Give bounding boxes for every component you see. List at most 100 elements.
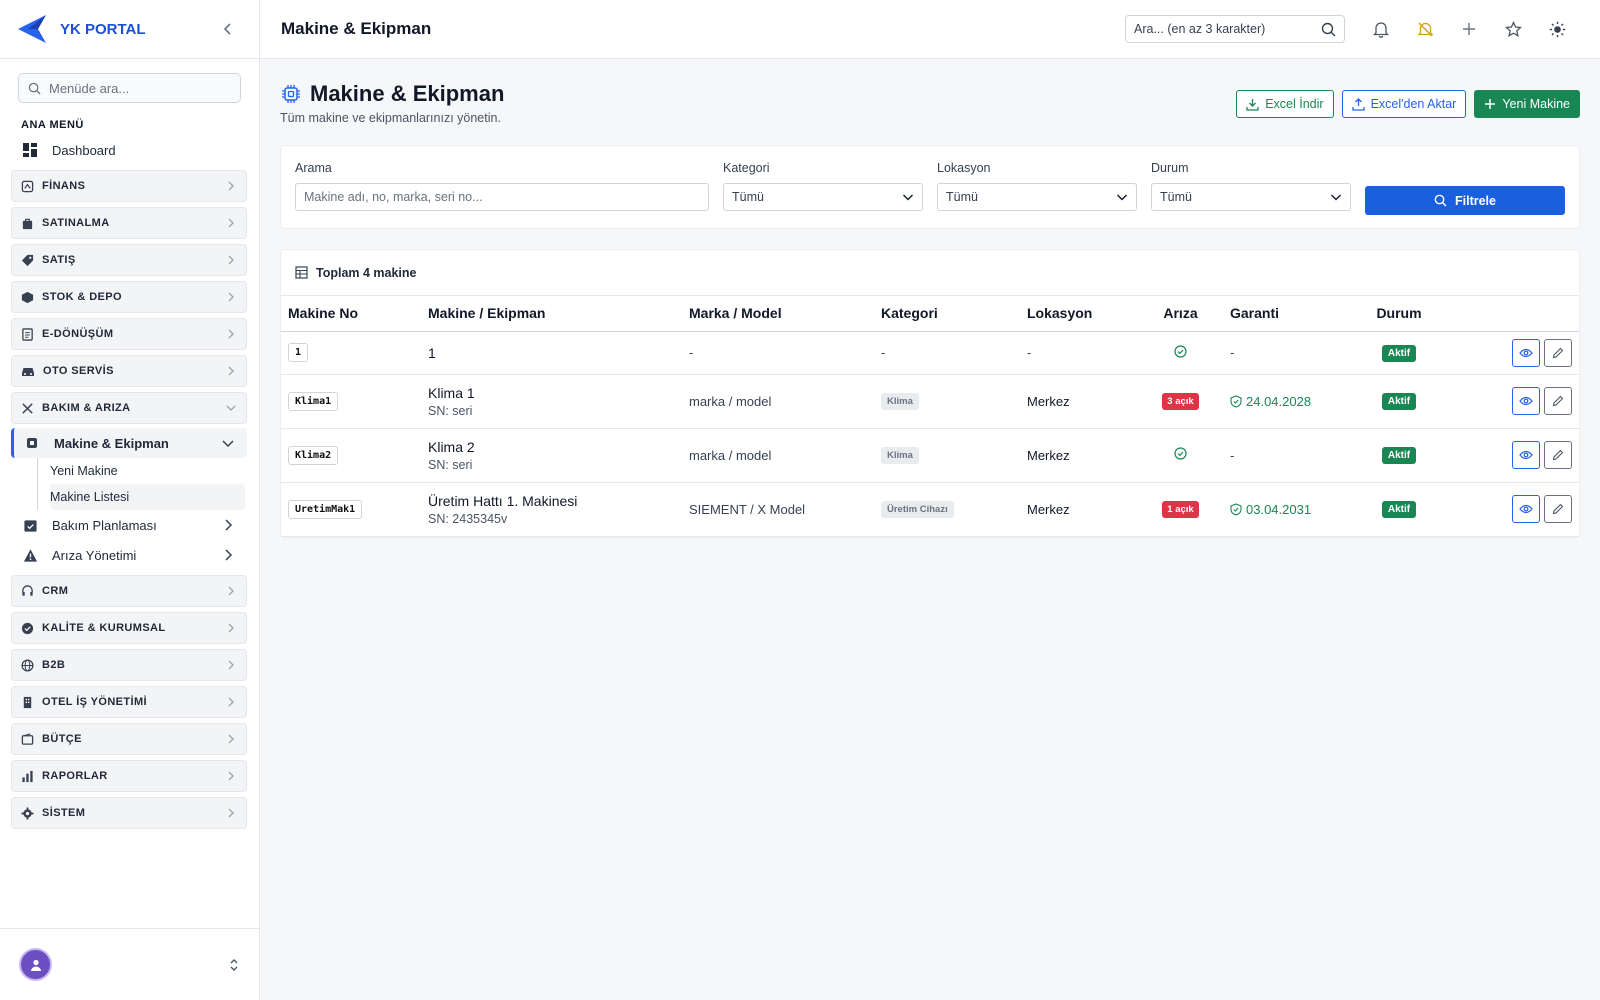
location-select[interactable]: Tümü [937,183,1137,211]
filter-status: Durum Tümü [1151,161,1351,211]
filter-category: Kategori Tümü [723,161,923,211]
table-row[interactable]: UretimMak1 Üretim Hattı 1. Makinesi SN: 2… [281,482,1579,537]
filter-button-label: Filtrele [1455,193,1496,208]
edit-button[interactable] [1544,387,1572,415]
table-row[interactable]: Klima1 Klima 1 SN: seri marka / model Kli… [281,374,1579,429]
logo-icon[interactable] [16,12,50,46]
col-kategori[interactable]: Kategori [874,296,1020,332]
search-icon [1434,194,1447,207]
chevron-right-icon [228,808,234,818]
headset-icon [22,584,33,596]
chevron-right-icon [225,549,233,561]
view-button[interactable] [1512,441,1540,469]
col-garanti[interactable]: Garanti [1223,296,1363,332]
sidebar-group-finans[interactable]: FİNANS [11,170,247,202]
sidebar-item-bakim-planlamasi[interactable]: Bakım Planlaması [11,510,247,540]
row-actions [1442,387,1572,415]
sidebar-group-label: BÜTÇE [42,733,82,745]
car-icon [22,367,34,376]
filter-search-input[interactable]: Makine adı, no, marka, seri no... [295,183,709,211]
sidebar-group-label: OTEL İŞ YÖNETİMİ [42,696,148,708]
bag-icon [22,218,33,229]
sidebar-item-ariza-yonetimi[interactable]: Arıza Yönetimi [11,540,247,570]
sidebar-item-dashboard[interactable]: Dashboard [22,135,259,165]
category-select-value: Tümü [732,190,764,204]
menu-search-input[interactable]: Menüde ara... [18,73,241,103]
table-row[interactable]: 1 1 - - - - Aktif [281,331,1579,375]
filter-search-label: Arama [295,161,332,175]
brand-model: - [682,331,874,375]
page-title-row: Makine & Ekipman [280,81,504,107]
chevron-right-icon [228,623,234,633]
table-row[interactable]: Klima2 Klima 2 SN: seri marka / model Kli… [281,428,1579,483]
col-durum[interactable]: Durum [1363,296,1435,332]
brand-name[interactable]: YK PORTAL [60,21,219,38]
brand-model: marka / model [682,428,874,483]
filter-category-label: Kategori [723,161,770,175]
col-makine-ekipman[interactable]: Makine / Ekipman [421,296,682,332]
sidebar-group-e-donusum[interactable]: E-DÖNÜŞÜM [11,318,247,350]
notifications-muted-button[interactable] [1403,14,1447,44]
col-lokasyon[interactable]: Lokasyon [1020,296,1138,332]
sidebar-group-label: B2B [42,659,66,671]
sidebar-group-butce[interactable]: BÜTÇE [11,723,247,755]
view-button[interactable] [1512,495,1540,523]
sidebar-group-raporlar[interactable]: RAPORLAR [11,760,247,792]
col-ariza[interactable]: Arıza [1138,296,1223,332]
global-search-input[interactable]: Ara... (en az 3 karakter) [1125,15,1345,43]
sidebar-group-stok-depo[interactable]: STOK & DEPO [11,281,247,313]
excel-import-button[interactable]: Excel'den Aktar [1341,90,1467,118]
sidebar: YK PORTAL Menüde ara... ANA MENÜ Dashboa… [0,0,260,1000]
sidebar-group-b2b[interactable]: B2B [11,649,247,681]
eye-icon [1519,450,1533,460]
edit-button[interactable] [1544,338,1572,367]
user-menu[interactable] [0,928,259,1000]
sidebar-item-makine-ekipman[interactable]: Makine & Ekipman [11,428,247,458]
col-marka-model[interactable]: Marka / Model [682,296,874,332]
search-icon [28,82,41,95]
view-button[interactable] [1512,387,1540,415]
page-title: Makine & Ekipman [310,81,505,106]
sidebar-item-yeni-makine[interactable]: Yeni Makine [50,458,247,484]
notifications-button[interactable] [1359,14,1403,44]
table-header-row: Makine No Makine / Ekipman Marka / Model… [281,296,1579,332]
sidebar-item-makine-listesi[interactable]: Makine Listesi [50,484,245,510]
status-select[interactable]: Tümü [1151,183,1351,211]
plus-icon [1485,99,1496,109]
sidebar-group-kalite[interactable]: KALİTE & KURUMSAL [11,612,247,644]
sidebar-group-crm[interactable]: CRM [11,575,247,607]
sidebar-group-label: SATINALMA [42,217,110,229]
sidebar-group-satinalma[interactable]: SATINALMA [11,207,247,239]
edit-button[interactable] [1544,441,1572,469]
fault-badge[interactable]: 3 açık [1162,393,1199,410]
search-icon[interactable] [1321,22,1336,37]
chevron-up-down-icon[interactable] [228,958,240,972]
add-button[interactable] [1447,14,1491,44]
new-machine-button[interactable]: Yeni Makine [1474,90,1580,118]
view-button[interactable] [1512,338,1540,367]
sidebar-group-sistem[interactable]: SİSTEM [11,797,247,829]
sidebar-group-label: OTO SERVİS [43,365,114,377]
fault-badge[interactable]: 1 açık [1162,501,1199,518]
warranty: - [1223,331,1363,375]
sidebar-group-satis[interactable]: SATIŞ [11,244,247,276]
excel-download-button[interactable]: Excel İndir [1236,90,1334,118]
chevron-right-icon [228,586,234,596]
sidebar-group-label: FİNANS [42,180,86,192]
sidebar-group-bakim-ariza[interactable]: BAKIM & ARIZA [11,392,247,424]
sidebar-group-oto-servis[interactable]: OTO SERVİS [11,355,247,387]
pencil-icon [1552,503,1564,515]
new-machine-label: Yeni Makine [1502,97,1570,111]
category-select[interactable]: Tümü [723,183,923,211]
edit-button[interactable] [1544,495,1572,523]
theme-toggle-button[interactable] [1535,14,1579,44]
favorites-button[interactable] [1491,14,1535,44]
sidebar-group-otel[interactable]: OTEL İŞ YÖNETİMİ [11,686,247,718]
filter-button[interactable]: Filtrele [1365,186,1565,215]
eye-icon [1519,348,1533,357]
global-search-placeholder: Ara... (en az 3 karakter) [1134,22,1266,36]
warranty-date: 03.04.2031 [1246,501,1312,517]
avatar[interactable] [19,948,52,981]
chevron-left-icon[interactable] [219,20,237,38]
col-makine-no[interactable]: Makine No [281,296,421,332]
